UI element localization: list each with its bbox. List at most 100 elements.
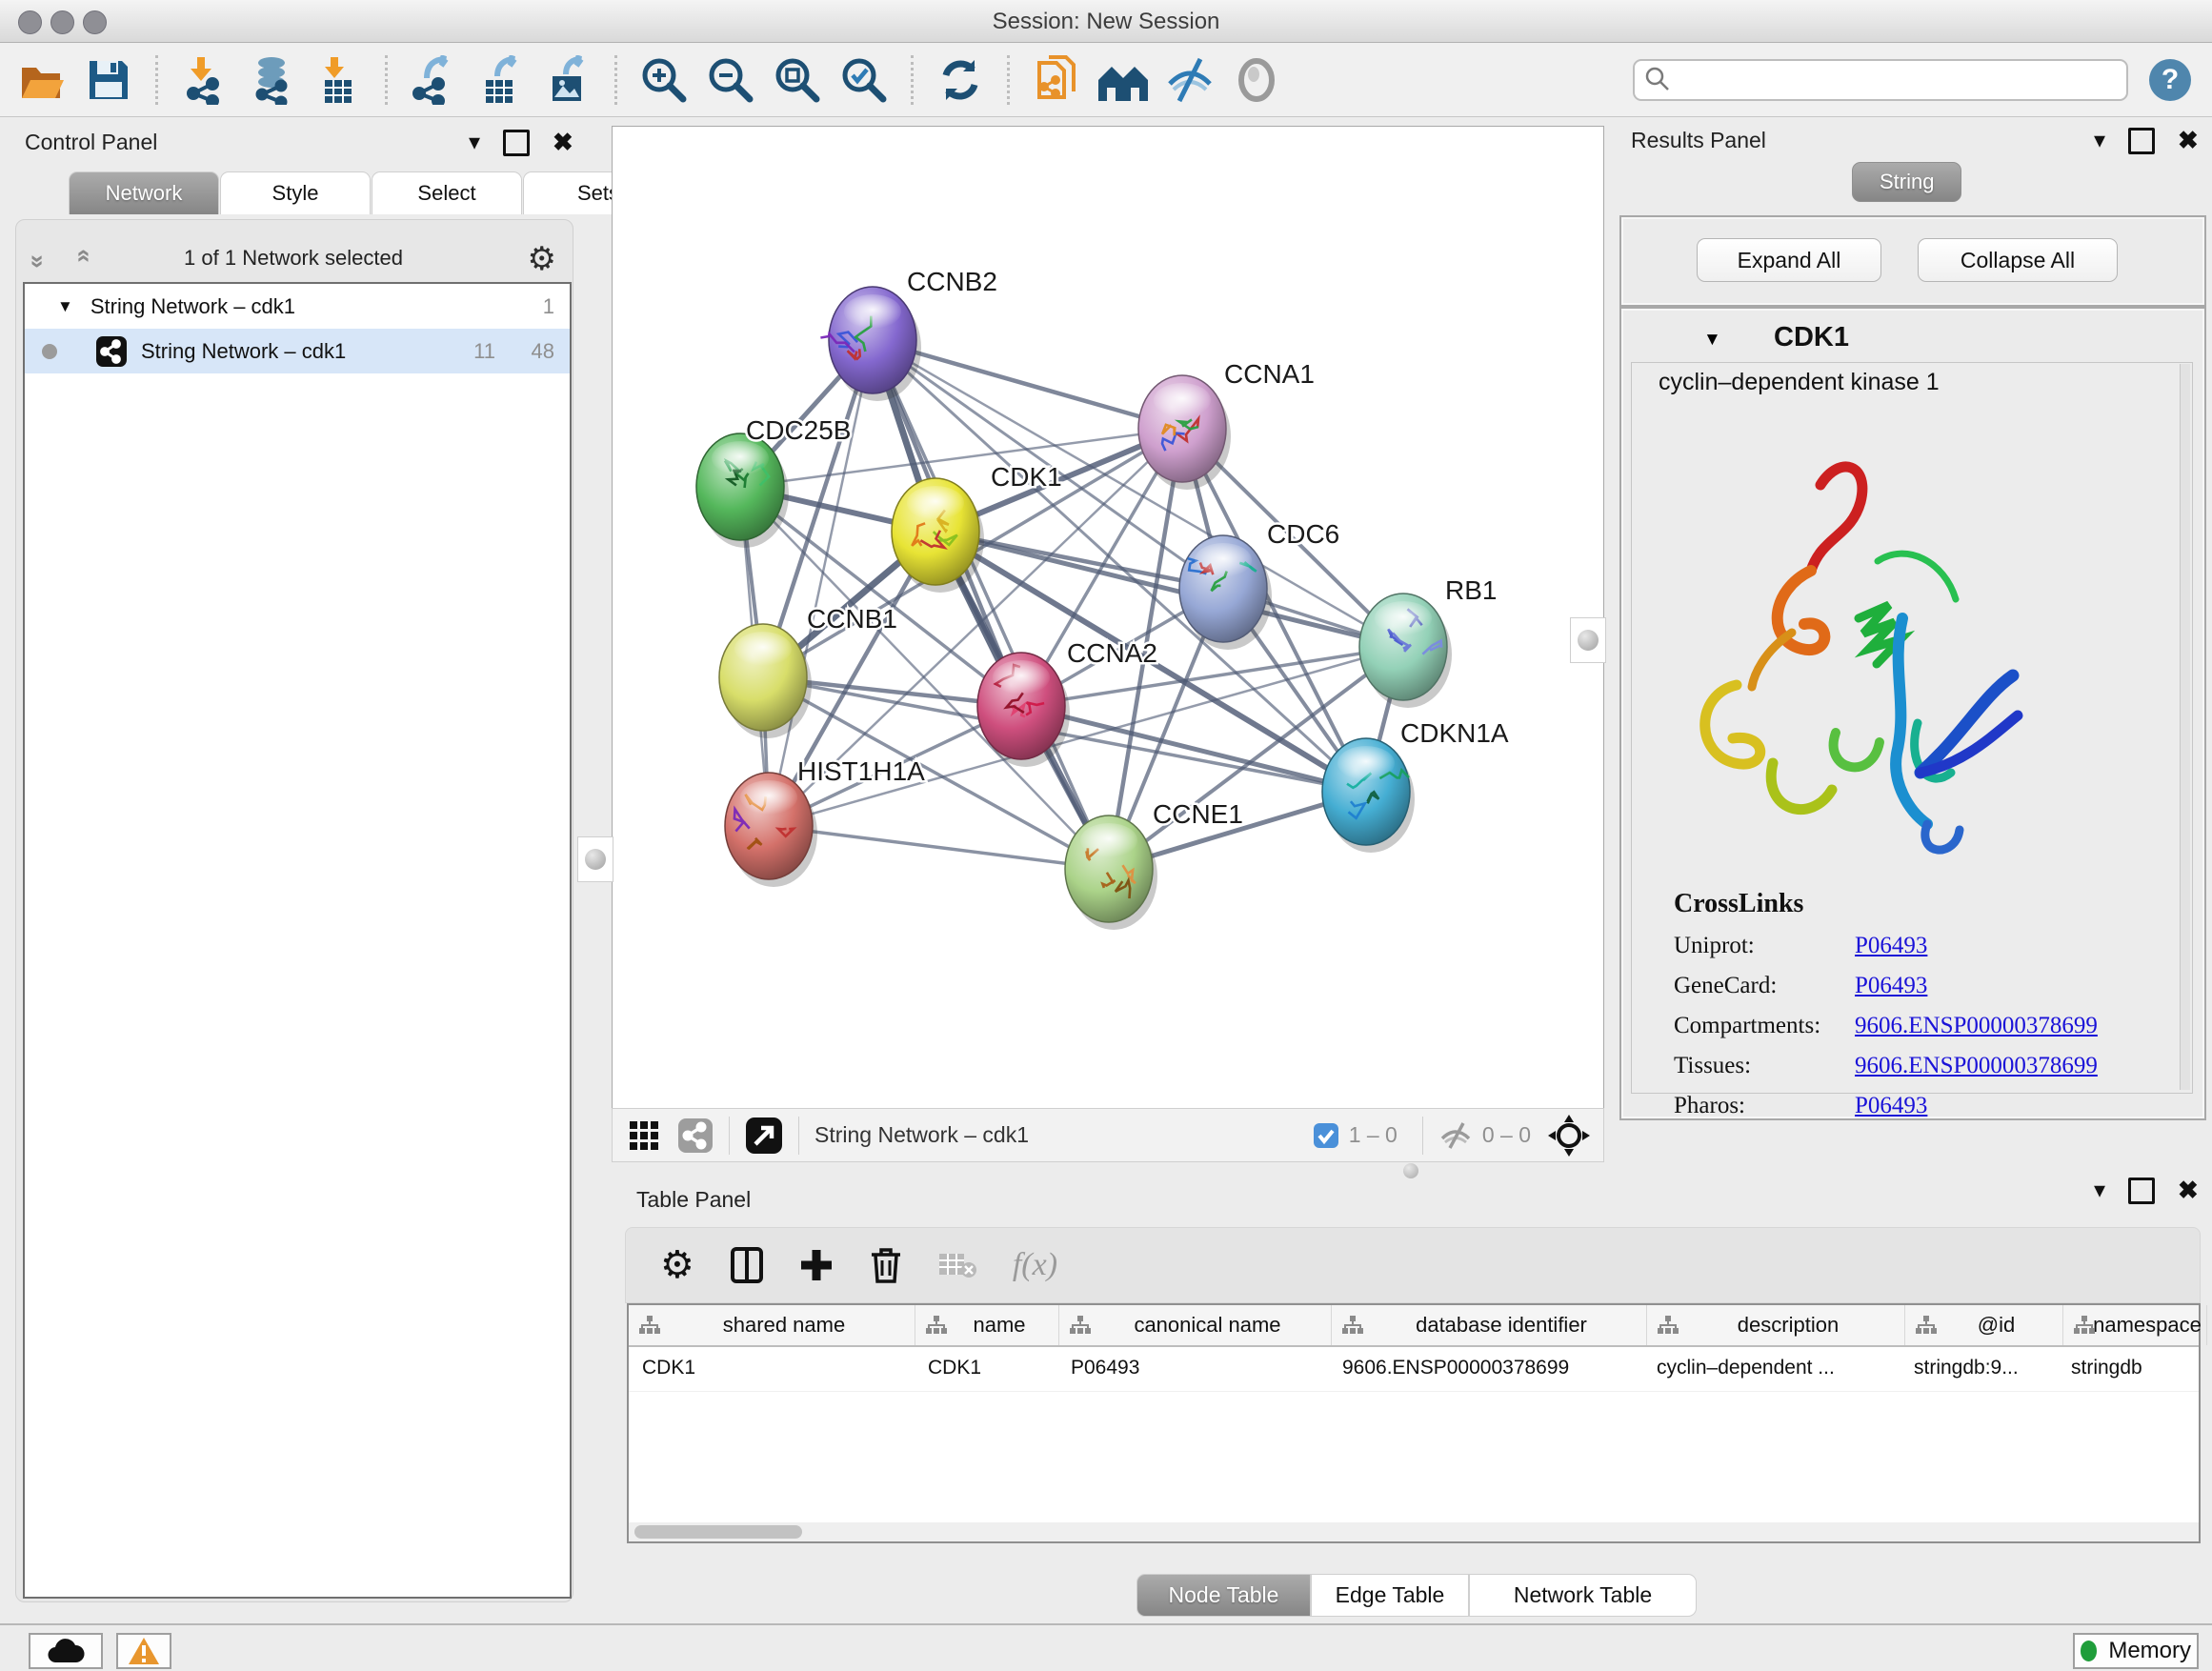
results-panel-title: Results Panel <box>1631 128 1766 153</box>
share-file-icon <box>1032 55 1081 105</box>
window-title: Session: New Session <box>0 9 2212 35</box>
expand-all-button[interactable]: Expand All <box>1697 238 1881 282</box>
search-input[interactable] <box>1633 59 2128 101</box>
table-type-tabs: Node TableEdge TableNetwork Table <box>1136 1574 1697 1617</box>
node-label-CDK1: CDK1 <box>991 462 1062 492</box>
show-all-button[interactable] <box>1230 53 1283 107</box>
zoom-in-button[interactable] <box>637 53 691 107</box>
column-header-name[interactable]: name <box>915 1305 1059 1345</box>
crosslink-link[interactable]: 9606.ENSP00000378699 <box>1855 1013 2098 1039</box>
panel-close-icon[interactable]: ✖ <box>2178 1176 2199 1205</box>
import-network-from-file-button[interactable] <box>178 53 231 107</box>
crosslink-row: GeneCard:P06493 <box>1674 973 2098 999</box>
table-options-gear-icon[interactable]: ⚙ <box>660 1243 694 1287</box>
import-table-from-file-button[interactable] <box>312 53 365 107</box>
open-in-window-icon[interactable] <box>745 1117 783 1155</box>
zoom-fit-button[interactable] <box>771 53 824 107</box>
string-view-icon[interactable] <box>677 1117 714 1154</box>
panel-close-icon[interactable]: ✖ <box>2178 126 2199 155</box>
gene-collapse-triangle-icon[interactable]: ▼ <box>1703 330 1721 351</box>
warnings-button[interactable] <box>116 1633 171 1669</box>
crosslink-link[interactable]: P06493 <box>1855 1093 1927 1119</box>
selected-checkbox-icon[interactable] <box>1313 1122 1339 1149</box>
network-canvas[interactable]: CCNB2CCNA1CDC25BCDK1CDC6RB1CCNB1CCNA2CDK… <box>612 126 1604 1109</box>
tab-network-table[interactable]: Network Table <box>1469 1574 1697 1617</box>
node-CCNE1[interactable]: CCNE1 <box>1065 799 1243 930</box>
crosslink-link[interactable]: P06493 <box>1855 973 1927 999</box>
scrollbar-thumb[interactable] <box>634 1525 802 1539</box>
birds-eye-view-icon[interactable] <box>628 1119 660 1152</box>
collapse-triangle-icon[interactable]: ▼ <box>57 297 73 316</box>
column-header-canonical-name[interactable]: canonical name <box>1059 1305 1332 1345</box>
memory-button[interactable]: Memory <box>2073 1633 2199 1669</box>
results-scrollbar[interactable] <box>2180 364 2190 1090</box>
network-collection-row[interactable]: ▼ String Network – cdk1 1 <box>25 284 570 329</box>
column-header-description[interactable]: description <box>1647 1305 1905 1345</box>
cloud-status-button[interactable] <box>29 1633 103 1669</box>
refresh-button[interactable] <box>934 53 987 107</box>
node-CDKN1A[interactable]: CDKN1A <box>1322 718 1509 853</box>
export-image-button[interactable] <box>541 53 594 107</box>
node-HIST1H1A[interactable]: HIST1H1A <box>725 756 925 887</box>
memory-label: Memory <box>2108 1638 2191 1664</box>
add-column-icon[interactable] <box>799 1248 834 1282</box>
left-splitter-handle[interactable] <box>577 836 613 882</box>
table-row[interactable]: CDK1CDK1P064939606.ENSP00000378699cyclin… <box>629 1347 2199 1392</box>
import-network-from-database-button[interactable] <box>245 53 298 107</box>
network-options-gear-icon[interactable]: ⚙ <box>528 240 556 278</box>
string-network-graph[interactable]: CCNB2CCNA1CDC25BCDK1CDC6RB1CCNB1CCNA2CDK… <box>613 127 1601 1106</box>
panel-float-icon[interactable]: ▾ <box>2094 127 2105 154</box>
warning-icon <box>128 1637 160 1665</box>
zoom-out-button[interactable] <box>704 53 757 107</box>
center-view-crosshair-icon[interactable] <box>1548 1115 1590 1157</box>
table-cell: stringdb <box>2058 1347 2201 1391</box>
panel-close-icon[interactable]: ✖ <box>553 128 573 157</box>
network-row[interactable]: String Network – cdk1 11 48 <box>25 329 570 373</box>
column-header-shared-name[interactable]: shared name <box>629 1305 915 1345</box>
panel-float-icon[interactable]: ▾ <box>469 129 480 156</box>
crosslink-link[interactable]: P06493 <box>1855 933 1927 959</box>
hide-unhide-button[interactable] <box>1163 53 1217 107</box>
save-session-button[interactable] <box>82 53 135 107</box>
tab-style[interactable]: Style <box>220 171 371 214</box>
edge-RB1-HIST1H1A[interactable] <box>769 647 1403 826</box>
edge-HIST1H1A-CCNE1[interactable] <box>769 826 1109 869</box>
results-tab-string[interactable]: String <box>1852 162 1961 202</box>
column-label: namespace <box>2093 1313 2202 1338</box>
delete-column-icon[interactable] <box>870 1247 902 1283</box>
column-header-id[interactable]: @id <box>1905 1305 2063 1345</box>
zoom-selected-button[interactable] <box>837 53 891 107</box>
collapse-all-button[interactable]: Collapse All <box>1918 238 2118 282</box>
node-CCNB2[interactable]: CCNB2 <box>820 267 997 401</box>
share-file-button[interactable] <box>1030 53 1083 107</box>
panel-maximize-icon[interactable] <box>2128 1178 2155 1204</box>
node-CDC6[interactable]: CDC6 <box>1179 519 1339 650</box>
column-header-namespace[interactable]: namespace <box>2063 1305 2207 1345</box>
panel-maximize-icon[interactable] <box>503 130 530 156</box>
column-header-database-identifier[interactable]: database identifier <box>1332 1305 1647 1345</box>
hidden-eye-icon[interactable] <box>1438 1121 1473 1150</box>
node-RB1[interactable]: RB1 <box>1359 575 1497 708</box>
tab-network[interactable]: Network <box>69 171 219 214</box>
export-network-button[interactable] <box>408 53 461 107</box>
panel-float-icon[interactable]: ▾ <box>2094 1177 2105 1204</box>
horizontal-splitter-handle[interactable] <box>1403 1163 1418 1178</box>
edge-CCNB2-HIST1H1A[interactable] <box>769 340 873 826</box>
export-table-button[interactable] <box>474 53 528 107</box>
toolbar-separator <box>614 55 617 105</box>
tab-node-table[interactable]: Node Table <box>1136 1574 1311 1617</box>
open-session-button[interactable] <box>15 53 69 107</box>
help-button[interactable]: ? <box>2149 59 2191 101</box>
edge-CCNB2-CCNE1[interactable] <box>873 340 1109 869</box>
home-button[interactable] <box>1096 53 1150 107</box>
crosslink-link[interactable]: 9606.ENSP00000378699 <box>1855 1053 2098 1079</box>
table-horizontal-scrollbar[interactable] <box>629 1522 2199 1541</box>
network-view-title: String Network – cdk1 <box>814 1122 1029 1148</box>
tab-edge-table[interactable]: Edge Table <box>1311 1574 1469 1617</box>
function-builder-button: f(x) <box>1013 1247 1057 1283</box>
right-splitter-handle[interactable] <box>1570 617 1606 663</box>
tab-select[interactable]: Select <box>372 171 522 214</box>
panel-maximize-icon[interactable] <box>2128 128 2155 154</box>
node-CCNB1[interactable]: CCNB1 <box>719 604 897 738</box>
show-columns-icon[interactable] <box>731 1247 763 1283</box>
